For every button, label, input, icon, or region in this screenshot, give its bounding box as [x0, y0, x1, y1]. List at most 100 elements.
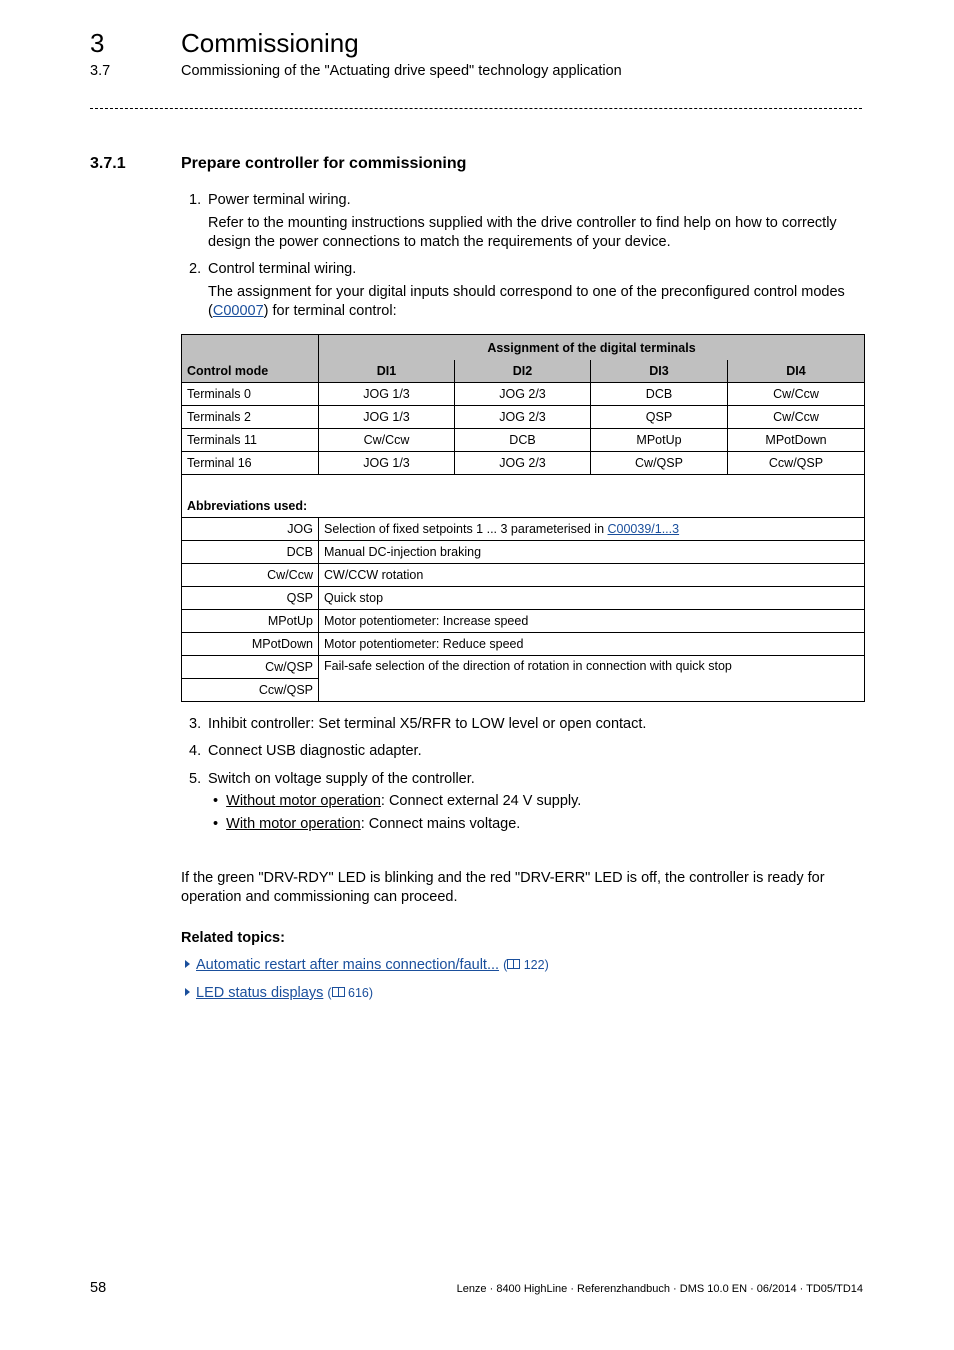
table-cell: QSP: [590, 405, 728, 429]
table-cell: Ccw/QSP: [727, 451, 865, 475]
table-cell: JOG 2/3: [454, 405, 591, 429]
abbrev-row: MPotDown Motor potentiometer: Reduce spe…: [181, 632, 865, 656]
step-body-text: ) for terminal control:: [263, 303, 397, 319]
abbrev-desc: Selection of fixed setpoints 1 ... 3 par…: [318, 517, 865, 541]
terminal-assignment-table: Control mode Assignment of the digital t…: [181, 334, 865, 702]
table-cell: JOG 1/3: [318, 405, 455, 429]
table-cell: Cw/QSP: [590, 451, 728, 475]
step-title: Power terminal wiring.: [208, 192, 351, 208]
column-header: DI1: [318, 360, 455, 383]
table-cell: Cw/Ccw: [318, 428, 455, 452]
abbrev-term: DCB: [181, 540, 319, 564]
table-cell: JOG 2/3: [454, 382, 591, 406]
abbrev-row: Cw/Ccw CW/CCW rotation: [181, 563, 865, 587]
table-row: Terminal 16 JOG 1/3 JOG 2/3 Cw/QSP Ccw/Q…: [181, 451, 865, 475]
table-row: Terminals 2 JOG 1/3 JOG 2/3 QSP Cw/Ccw: [181, 405, 865, 429]
arrow-right-icon: [185, 988, 190, 996]
step-number: 1.: [189, 192, 202, 208]
book-icon: [331, 987, 345, 997]
subsection-number: 3.7.1: [90, 155, 126, 172]
table-cell: MPotUp: [590, 428, 728, 452]
table-cell: Terminals 11: [181, 428, 319, 452]
abbrev-desc: Motor potentiometer: Reduce speed: [318, 632, 865, 656]
column-header: DI3: [590, 360, 728, 383]
abbreviations-title: Abbreviations used:: [181, 474, 865, 518]
related-link-automatic-restart[interactable]: Automatic restart after mains connection…: [196, 957, 499, 973]
step-title: Switch on voltage supply of the controll…: [208, 771, 475, 787]
step-title: Connect USB diagnostic adapter.: [208, 743, 422, 759]
related-link-led-status[interactable]: LED status displays: [196, 985, 323, 1001]
related-item: Automatic restart after mains connection…: [185, 957, 549, 973]
table-cell: Terminals 0: [181, 382, 319, 406]
step-number: 3.: [189, 716, 202, 732]
ready-note: If the green "DRV-RDY" LED is blinking a…: [181, 870, 825, 905]
column-header: Control mode: [181, 334, 319, 383]
book-icon: [507, 959, 521, 969]
abbrev-desc: Motor potentiometer: Increase speed: [318, 609, 865, 633]
page-reference[interactable]: ( 616): [327, 986, 373, 1000]
column-header: DI4: [727, 360, 865, 383]
chapter-title: Commissioning: [181, 28, 359, 58]
abbrev-row: Cw/QSP Fail-safe selection of the direct…: [181, 655, 865, 702]
abbrev-term: MPotDown: [181, 632, 319, 656]
bullet-label: With motor operation: [226, 816, 361, 832]
table-cell: JOG 1/3: [318, 382, 455, 406]
abbrev-term: JOG: [181, 517, 319, 541]
table-cell: Terminal 16: [181, 451, 319, 475]
table-cell: Terminals 2: [181, 405, 319, 429]
table-row: Terminals 0 JOG 1/3 JOG 2/3 DCB Cw/Ccw: [181, 382, 865, 406]
step-title: Control terminal wiring.: [208, 261, 357, 277]
abbrev-term: QSP: [181, 586, 319, 610]
step-number: 5.: [189, 771, 202, 787]
abbrev-term: Cw/Ccw: [181, 563, 319, 587]
table-cell: JOG 1/3: [318, 451, 455, 475]
bullet-text: : Connect external 24 V supply.: [380, 793, 582, 809]
table-cell: DCB: [454, 428, 591, 452]
bullet-text: : Connect mains voltage.: [360, 816, 521, 832]
abbrev-term: Cw/QSP: [181, 655, 319, 679]
header-divider: [90, 108, 862, 109]
abbrev-desc: CW/CCW rotation: [318, 563, 865, 587]
abbrev-row: QSP Quick stop: [181, 586, 865, 610]
page-number: 616: [348, 986, 369, 1000]
abbrev-desc: Quick stop: [318, 586, 865, 610]
related-item: LED status displays ( 616): [185, 985, 373, 1001]
page-number: 122: [523, 958, 545, 972]
c00039-link[interactable]: C00039/1...3: [608, 522, 680, 536]
step-title: Inhibit controller: Set terminal X5/RFR …: [208, 716, 647, 732]
step-number: 2.: [189, 261, 202, 277]
group-header: Assignment of the digital terminals: [318, 334, 865, 360]
bullet-icon: •: [213, 793, 219, 809]
arrow-right-icon: [185, 960, 190, 968]
abbrev-desc: Manual DC-injection braking: [318, 540, 865, 564]
section-title: Commissioning of the "Actuating drive sp…: [181, 63, 622, 79]
bullet-item: • With motor operation: Connect mains vo…: [213, 815, 520, 834]
page-reference[interactable]: ( 122): [503, 958, 549, 972]
table-row: Terminals 11 Cw/Ccw DCB MPotUp MPotDown: [181, 428, 865, 452]
step-body: Refer to the mounting instructions suppl…: [208, 215, 837, 250]
table-cell: JOG 2/3: [454, 451, 591, 475]
table-cell: Cw/Ccw: [727, 382, 865, 406]
table-cell: DCB: [590, 382, 728, 406]
bullet-label: Without motor operation: [226, 793, 381, 809]
abbrev-term: MPotUp: [181, 609, 319, 633]
chapter-number: 3: [90, 28, 105, 58]
footer-text: Lenze · 8400 HighLine · Referenzhandbuch…: [456, 1283, 863, 1295]
abbrev-desc-text: Selection of fixed setpoints 1 ... 3 par…: [324, 522, 608, 536]
related-topics-title: Related topics:: [181, 930, 285, 946]
c00007-link[interactable]: C00007: [213, 303, 264, 319]
column-header: DI2: [454, 360, 591, 383]
bullet-icon: •: [213, 816, 219, 832]
table-cell: Cw/Ccw: [727, 405, 865, 429]
footer-page-number: 58: [90, 1280, 107, 1296]
step-number: 4.: [189, 743, 202, 759]
abbrev-desc: Fail-safe selection of the direction of …: [318, 655, 865, 702]
abbrev-row: DCB Manual DC-injection braking: [181, 540, 865, 564]
bullet-item: • Without motor operation: Connect exter…: [213, 792, 581, 811]
abbrev-term: Ccw/QSP: [181, 678, 319, 702]
subsection-title: Prepare controller for commissioning: [181, 155, 467, 172]
table-cell: MPotDown: [727, 428, 865, 452]
step-body: The assignment for your digital inputs s…: [208, 283, 868, 321]
section-number: 3.7: [90, 63, 111, 79]
abbrev-row: JOG Selection of fixed setpoints 1 ... 3…: [181, 517, 865, 541]
